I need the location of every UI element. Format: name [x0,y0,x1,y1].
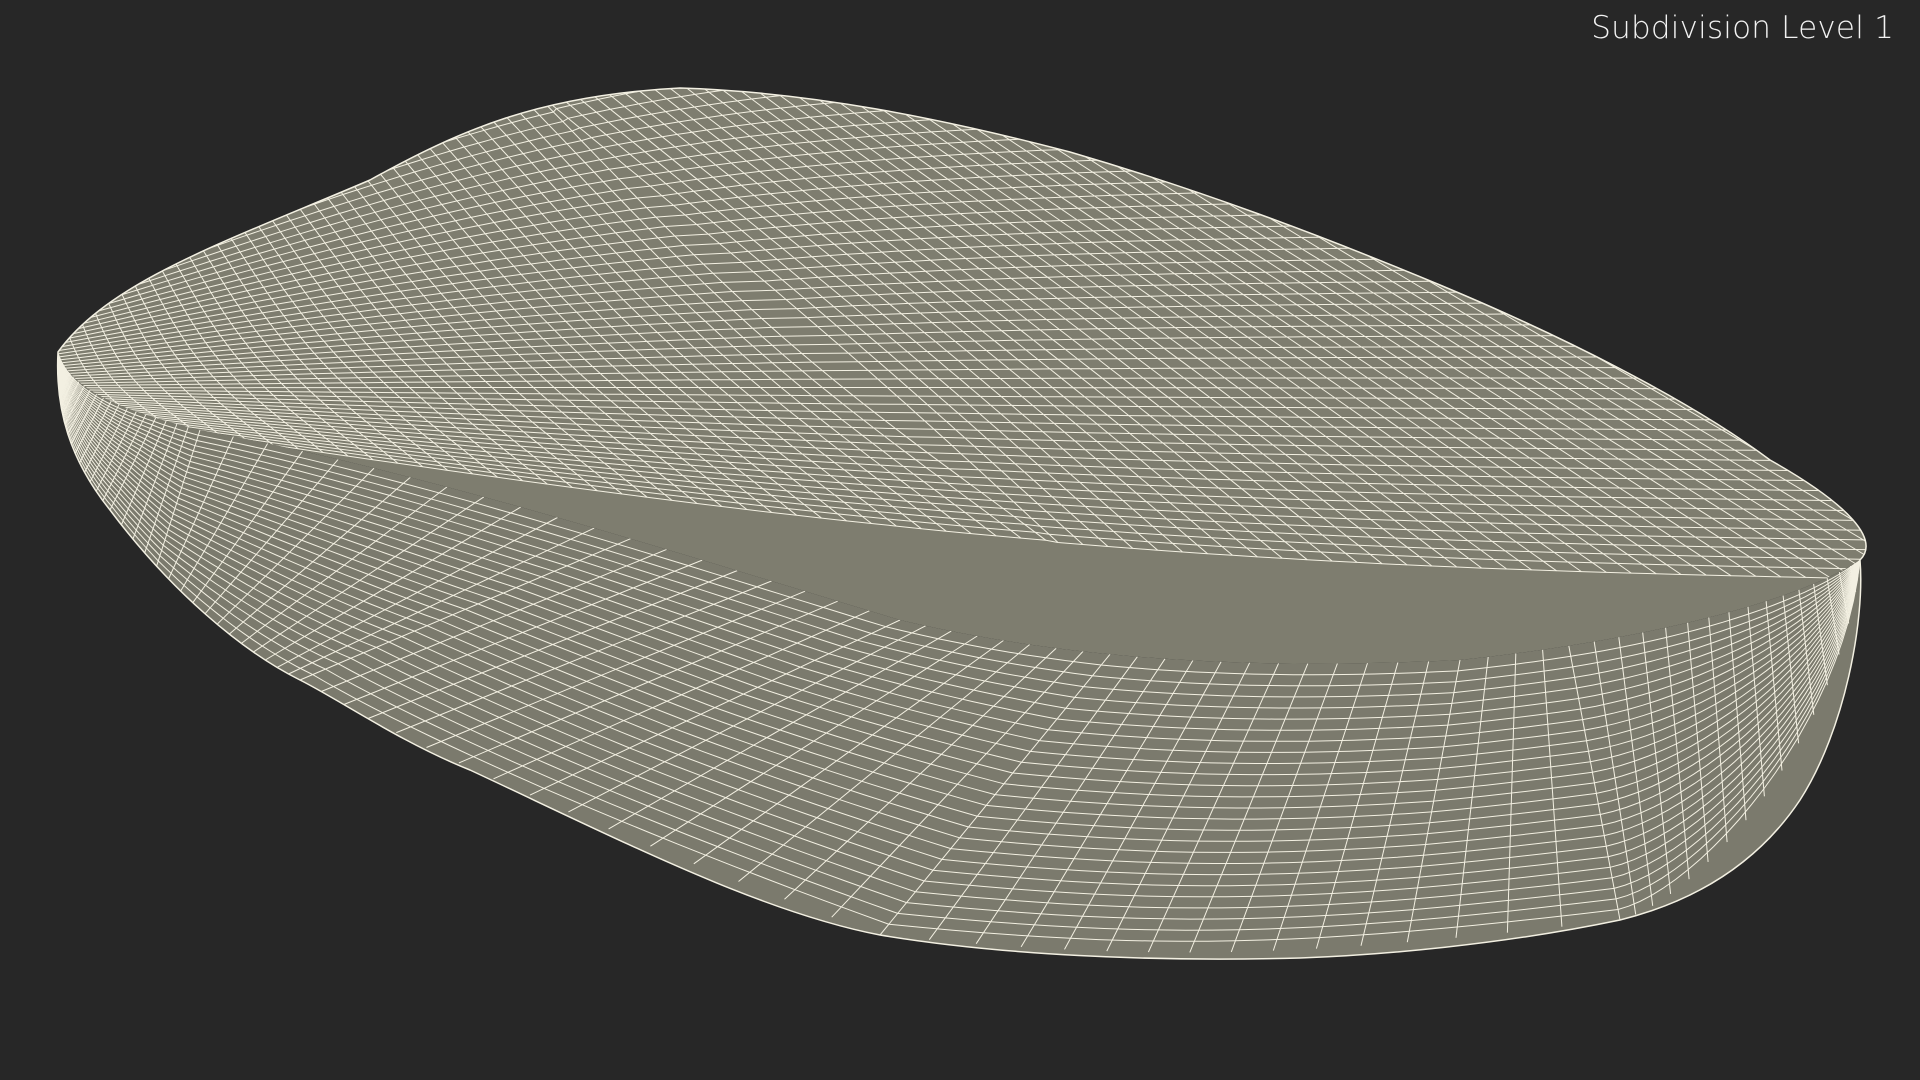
3d-viewport[interactable]: Subdivision Level 1 [0,0,1920,1080]
subdivision-level-label: Subdivision Level 1 [1591,10,1894,46]
mesh-wireframe-model [56,87,1867,960]
